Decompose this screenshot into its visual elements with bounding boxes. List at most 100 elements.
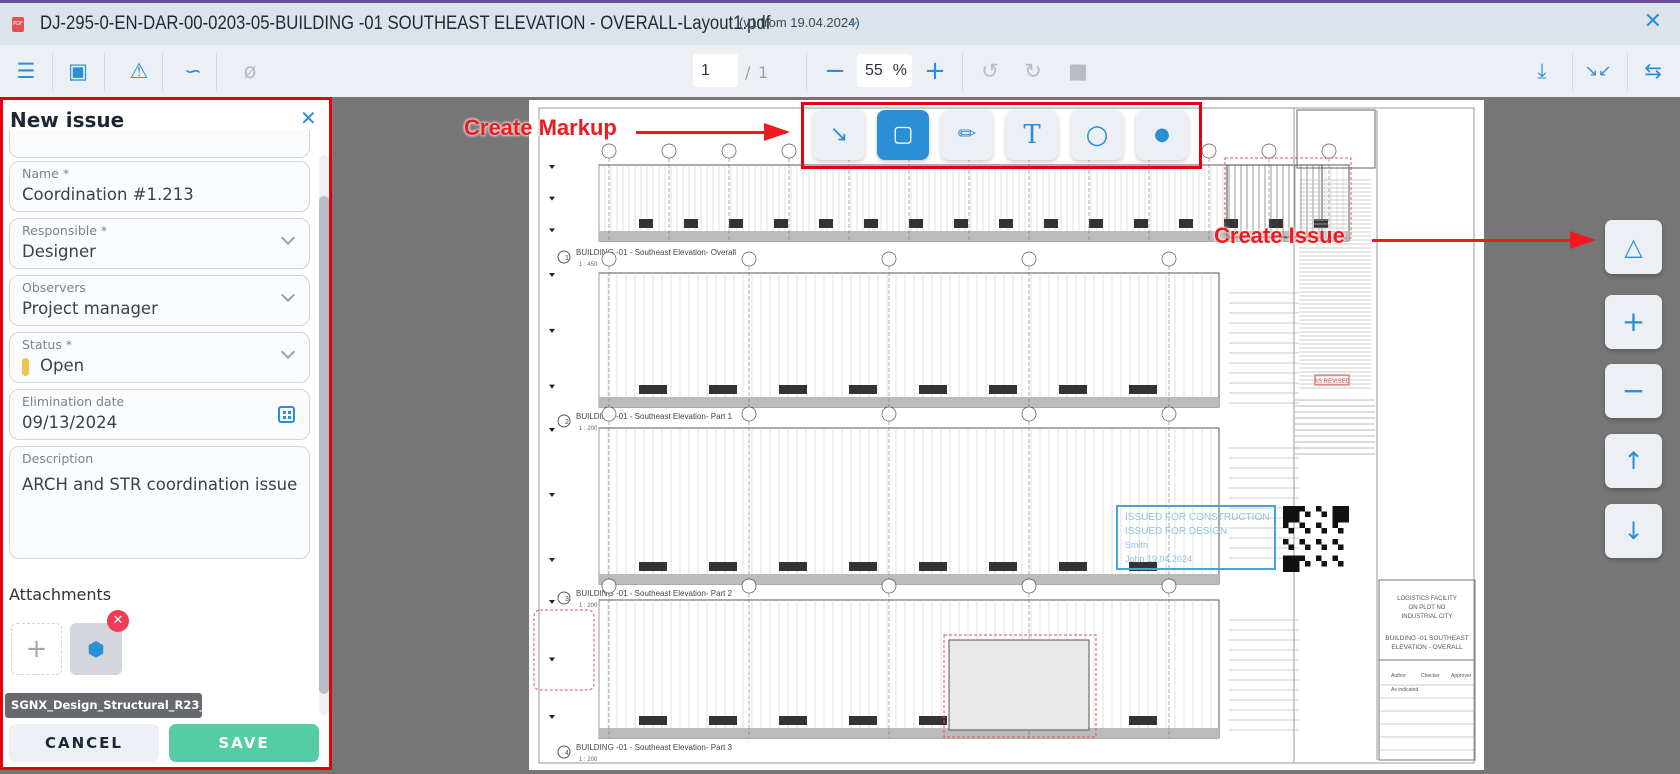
attachment-tooltip: SGNX_Design_Structural_R23_.ifc xyxy=(5,693,225,718)
louvre xyxy=(819,219,833,228)
collapse-icon[interactable]: ↘↙ xyxy=(1583,58,1613,84)
arrow-tool-icon[interactable]: ↘ xyxy=(813,110,865,160)
name-value[interactable]: Coordination #1.213 xyxy=(22,185,194,204)
fit-screen-icon[interactable]: ▣ xyxy=(63,58,93,84)
description-value[interactable]: ARCH and STR coordination issue xyxy=(22,475,297,494)
qr-module xyxy=(1316,539,1322,545)
grid-bubble xyxy=(1161,406,1177,422)
zoom-in-icon[interactable]: + xyxy=(920,58,950,84)
qr-module xyxy=(1332,539,1338,545)
next-icon[interactable]: ↓ xyxy=(1605,504,1662,558)
qr-module xyxy=(1321,544,1327,550)
swap-icon[interactable]: ⇆ xyxy=(1638,58,1668,84)
zoom-in-icon[interactable]: + xyxy=(1605,295,1662,349)
rotate-right-icon[interactable]: ↻ xyxy=(1018,58,1048,84)
status-label: Status * xyxy=(22,337,73,352)
responsible-select[interactable]: Responsible * Designer xyxy=(9,218,310,269)
chevron-down-icon[interactable] xyxy=(280,287,296,303)
qr-module xyxy=(1299,506,1305,512)
scrollbar-thumb[interactable] xyxy=(319,196,329,694)
create-issue-icon[interactable]: △ xyxy=(1605,220,1662,274)
divider xyxy=(962,53,963,91)
chevron-down-icon[interactable]: ⌄ xyxy=(848,13,860,29)
description-field[interactable]: Description ARCH and STR coordination is… xyxy=(9,446,310,559)
chevron-down-icon[interactable] xyxy=(280,344,296,360)
menu-icon[interactable]: ☰ xyxy=(11,58,41,84)
qr-module xyxy=(1294,555,1300,561)
grid-bubble xyxy=(601,406,617,422)
grid-bubble xyxy=(741,406,757,422)
grid-bubble xyxy=(1161,578,1177,594)
divider xyxy=(52,53,53,91)
louvre xyxy=(779,385,807,394)
circle-tool-icon[interactable]: ○ xyxy=(1071,110,1123,160)
louvre xyxy=(1059,562,1087,571)
louvre xyxy=(849,716,877,725)
elimination-date-value[interactable]: 09/13/2024 xyxy=(22,413,117,432)
elimination-date-label: Elimination date xyxy=(22,394,125,409)
level-marker xyxy=(549,196,555,201)
elevation-drawing: 1 BUILDING -01 - Southeast Elevation- Ove… xyxy=(533,107,1476,764)
markup-pen-icon[interactable]: ∽ xyxy=(178,58,208,84)
grid-bubble xyxy=(781,143,797,159)
grid-bubble xyxy=(601,578,617,594)
save-button[interactable]: SAVE xyxy=(169,724,319,762)
text-tool-icon[interactable]: T xyxy=(1006,110,1058,160)
status-color-indicator xyxy=(22,358,29,376)
project-name: LOGISTICS FACILITY xyxy=(1397,596,1457,602)
level-marker xyxy=(549,428,555,432)
qr-module xyxy=(1343,517,1349,523)
qr-module xyxy=(1343,506,1349,512)
qr-module xyxy=(1283,539,1289,545)
zoom-out-icon[interactable]: − xyxy=(1605,364,1662,418)
calendar-icon[interactable] xyxy=(278,406,295,423)
add-attachment-button[interactable]: + xyxy=(11,623,62,675)
page-number-input[interactable]: 1 xyxy=(693,54,738,87)
louvre xyxy=(919,716,947,725)
pencil-tool-icon[interactable]: ✏ xyxy=(941,110,993,160)
louvre xyxy=(639,716,667,725)
observers-select[interactable]: Observers Project manager xyxy=(9,275,310,326)
elimination-date-field[interactable]: Elimination date 09/13/2024 xyxy=(9,389,310,440)
louvre xyxy=(729,219,743,228)
status-select[interactable]: Status * Open xyxy=(9,332,310,383)
chevron-down-icon[interactable] xyxy=(280,230,296,246)
zoom-input[interactable]: 55% xyxy=(857,54,912,87)
close-icon[interactable]: ✕ xyxy=(300,106,317,130)
cancel-button[interactable]: CANCEL xyxy=(9,724,159,762)
name-field[interactable]: Name * Coordination #1.213 xyxy=(9,161,310,212)
level-marker xyxy=(549,328,555,333)
rotate-left-icon[interactable]: ↺ xyxy=(975,58,1005,84)
pdf-file-icon: PDF xyxy=(12,16,24,32)
qr-module xyxy=(1288,544,1294,550)
previous-icon[interactable]: ↑ xyxy=(1605,434,1662,488)
hide-icon[interactable]: ø xyxy=(235,58,265,84)
description-label: Description xyxy=(22,451,94,466)
warning-icon[interactable]: ⚠ xyxy=(124,58,154,84)
point-tool-icon[interactable]: ● xyxy=(1136,110,1188,160)
elevation-outline xyxy=(598,272,1220,408)
document-title: DJ-295-0-EN-DAR-00-0203-05-BUILDING -01 … xyxy=(40,13,771,34)
qr-module xyxy=(1338,517,1344,523)
document-version[interactable]: (v1 from 19.04.2024) xyxy=(739,15,860,30)
title-block-cell: Checker xyxy=(1421,673,1440,679)
qr-module xyxy=(1299,555,1305,561)
pdf-page[interactable]: 1 BUILDING -01 - Southeast Elevation- Ove… xyxy=(529,100,1484,770)
new-issue-panel: New issue ✕ Name * Coordination #1.213 R… xyxy=(0,97,332,770)
remove-attachment-icon[interactable]: ✕ xyxy=(107,610,129,632)
qr-module xyxy=(1283,566,1289,572)
save-icon[interactable]: ■ xyxy=(1063,58,1093,84)
divider xyxy=(806,53,807,91)
divider xyxy=(1627,53,1628,91)
grid-bubble xyxy=(661,143,677,159)
grid-bubble xyxy=(721,143,737,159)
louvre xyxy=(684,219,698,228)
qr-module xyxy=(1338,544,1344,550)
rectangle-tool-icon[interactable]: ▢ xyxy=(877,110,929,160)
close-icon[interactable]: ✕ xyxy=(1644,9,1662,34)
qr-module xyxy=(1283,522,1289,528)
zoom-out-icon[interactable]: − xyxy=(820,58,850,84)
revision-cloud xyxy=(533,609,595,691)
qr-module xyxy=(1288,506,1294,512)
download-icon[interactable]: ⤓ xyxy=(1527,58,1557,84)
